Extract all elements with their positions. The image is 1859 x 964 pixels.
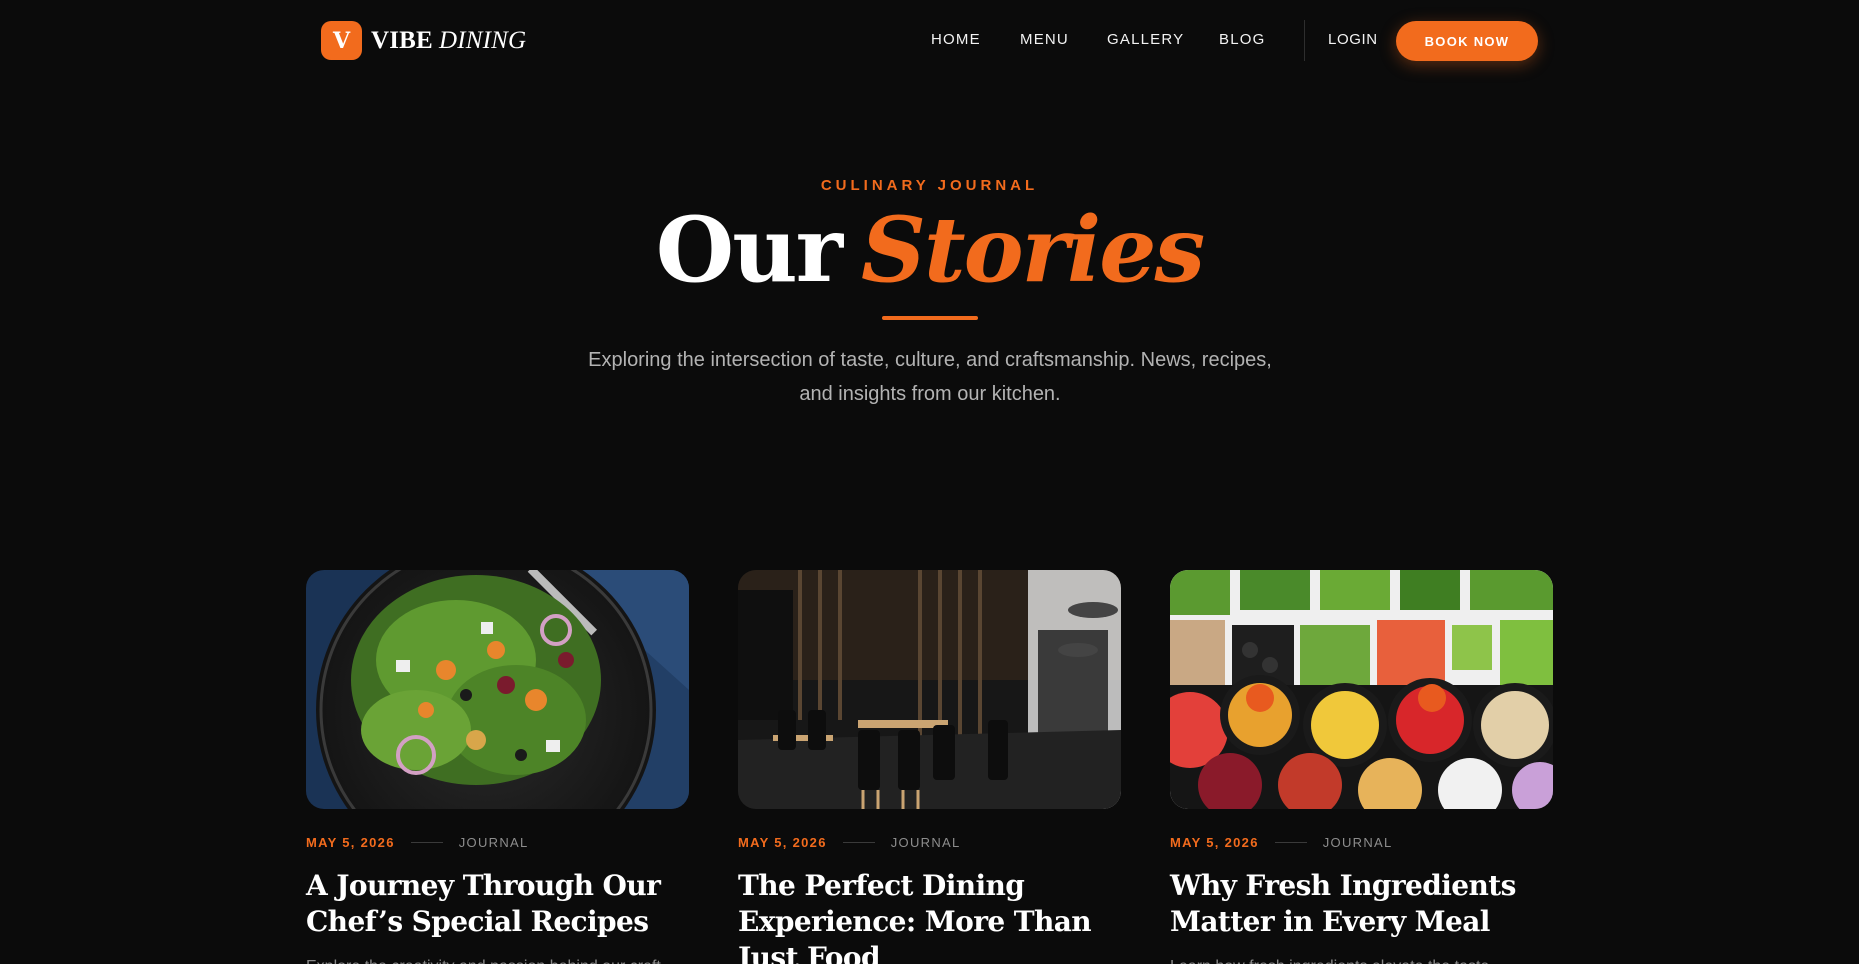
post-category[interactable]: JOURNAL (1323, 835, 1393, 850)
nav-blog[interactable]: BLOG (1219, 31, 1265, 48)
blog-card[interactable]: MAY 5, 2026 JOURNAL Why Fresh Ingredient… (1170, 570, 1553, 964)
post-date: MAY 5, 2026 (738, 835, 827, 850)
login-link[interactable]: LOGIN (1328, 31, 1378, 48)
restaurant-interior-image[interactable] (738, 570, 1121, 809)
post-category[interactable]: JOURNAL (459, 835, 529, 850)
ingredient-bowls-image[interactable] (1170, 570, 1553, 809)
meta-divider (1274, 842, 1307, 843)
salad-plate-image[interactable] (306, 570, 689, 809)
site-header: V VIBE DINING HOME MENU GALLERY BLOG LOGI… (0, 0, 1859, 82)
post-excerpt: Learn how fresh ingredients elevate the … (1170, 954, 1553, 964)
meta-divider (410, 842, 443, 843)
page-title-accent: Stories (861, 197, 1205, 303)
post-title[interactable]: A Journey Through Our Chef’s Special Rec… (306, 868, 689, 940)
post-meta: MAY 5, 2026 JOURNAL (738, 835, 1121, 850)
hero-subtitle: Exploring the intersection of taste, cul… (588, 349, 1272, 405)
meta-divider (842, 842, 875, 843)
post-date: MAY 5, 2026 (306, 835, 395, 850)
post-meta: MAY 5, 2026 JOURNAL (306, 835, 689, 850)
post-excerpt: Explore the creativity and passion behin… (306, 954, 689, 964)
logo-mark-icon: V (321, 21, 362, 60)
post-date: MAY 5, 2026 (1170, 835, 1259, 850)
brand-name: VIBE DINING (371, 27, 526, 55)
page-title: Our Stories (0, 195, 1859, 305)
brand-logo[interactable]: V VIBE DINING (321, 21, 526, 60)
post-title[interactable]: The Perfect Dining Experience: More Than… (738, 868, 1121, 964)
nav-menu[interactable]: MENU (1020, 31, 1069, 48)
hero-eyebrow: CULINARY JOURNAL (820, 177, 1039, 194)
blog-card[interactable]: MAY 5, 2026 JOURNAL The Perfect Dining E… (738, 570, 1121, 964)
brand-name-italic: DINING (438, 26, 527, 54)
brand-name-bold: VIBE (371, 26, 433, 54)
hero-divider (882, 316, 978, 320)
page-title-plain: Our (655, 197, 843, 303)
post-category[interactable]: JOURNAL (891, 835, 961, 850)
nav-home[interactable]: HOME (931, 31, 981, 48)
post-title[interactable]: Why Fresh Ingredients Matter in Every Me… (1170, 868, 1553, 940)
nav-divider (1304, 20, 1305, 61)
blog-card[interactable]: MAY 5, 2026 JOURNAL A Journey Through Ou… (306, 570, 689, 964)
book-now-button[interactable]: BOOK NOW (1396, 21, 1538, 61)
nav-gallery[interactable]: GALLERY (1107, 31, 1184, 48)
post-meta: MAY 5, 2026 JOURNAL (1170, 835, 1553, 850)
